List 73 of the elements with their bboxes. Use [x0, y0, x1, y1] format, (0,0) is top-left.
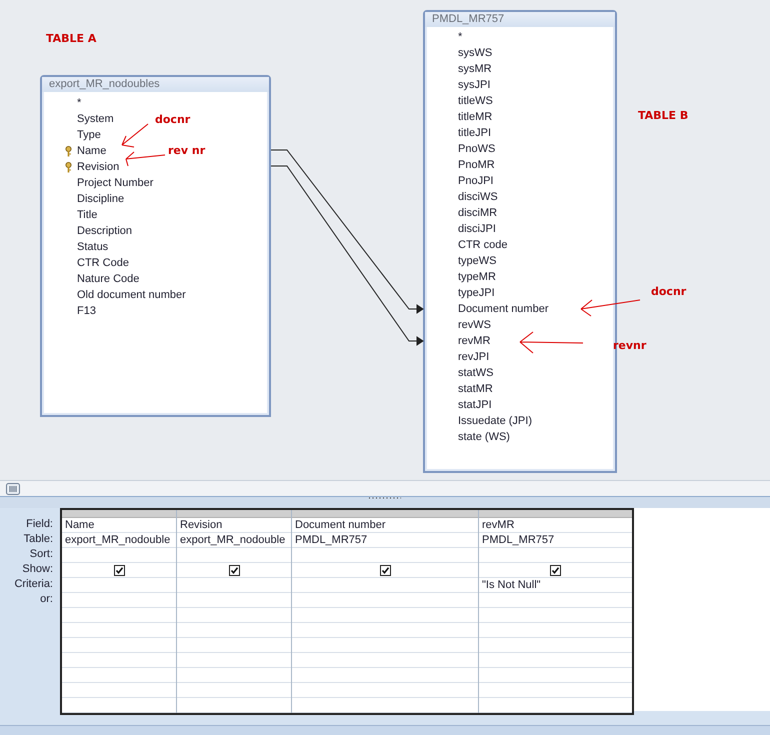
annotation-label: revnr	[613, 339, 646, 352]
field-name[interactable]: typeJPI	[458, 286, 495, 300]
annotation-label: TABLE B	[638, 109, 688, 122]
row-label: Table:	[24, 532, 53, 547]
field-name[interactable]: disciMR	[458, 206, 498, 220]
table-title[interactable]: PMDL_MR757	[425, 12, 615, 27]
field-name[interactable]: Document number	[458, 302, 548, 316]
grid-cell[interactable]: export_MR_nodouble	[62, 533, 176, 548]
field-name[interactable]: statWS	[458, 366, 494, 380]
field-name[interactable]: revWS	[458, 318, 491, 332]
field-name[interactable]: typeMR	[458, 270, 496, 284]
field-name[interactable]: CTR code	[458, 238, 508, 252]
field-name[interactable]: PnoWS	[458, 142, 496, 156]
annotation-label: docnr	[651, 285, 686, 298]
grid-cell[interactable]: Name	[62, 518, 176, 533]
annotation-label: docnr	[155, 113, 190, 126]
field-name[interactable]: Description	[77, 224, 132, 238]
field-name[interactable]: *	[77, 96, 82, 110]
field-name[interactable]: statJPI	[458, 398, 492, 412]
field-name[interactable]: CTR Code	[77, 256, 129, 270]
annotation-label: TABLE A	[46, 32, 96, 45]
field-name[interactable]: Name	[77, 144, 106, 158]
field-name[interactable]: *	[458, 30, 462, 44]
field-name[interactable]: statMR	[458, 382, 493, 396]
field-name[interactable]: disciJPI	[458, 222, 496, 236]
field-name[interactable]: state (WS)	[458, 430, 510, 444]
grid-cell[interactable]: PMDL_MR757	[479, 533, 632, 548]
field-name[interactable]: Old document number	[77, 288, 186, 302]
field-name[interactable]: F13	[77, 304, 96, 318]
table-title[interactable]: export_MR_nodoubles	[42, 77, 269, 92]
grid-cell[interactable]: PMDL_MR757	[292, 533, 478, 548]
field-name[interactable]: typeWS	[458, 254, 497, 268]
field-name[interactable]: PnoMR	[458, 158, 495, 172]
annotation-label: rev nr	[168, 144, 206, 157]
field-name[interactable]: revMR	[458, 334, 490, 348]
splitter-handle-icon[interactable]	[368, 497, 402, 501]
checkbox[interactable]	[228, 564, 240, 576]
grid-toggle-icon[interactable]	[6, 482, 20, 494]
grid-cell[interactable]: Revision	[177, 518, 291, 533]
checkbox[interactable]	[380, 564, 390, 576]
field-name[interactable]: Project Number	[77, 176, 154, 190]
grid-cell[interactable]: "Is Not Null"	[479, 578, 632, 593]
annotation-arrow	[122, 124, 148, 148]
checkbox[interactable]	[550, 564, 561, 576]
field-name[interactable]: titleMR	[458, 110, 492, 124]
grid-cell[interactable]: revMR	[479, 518, 632, 533]
row-label: Show:	[22, 562, 53, 577]
grid-cell[interactable]: export_MR_nodouble	[177, 533, 291, 548]
row-label: Field:	[26, 517, 53, 532]
field-name[interactable]: sysJPI	[458, 78, 490, 92]
field-name[interactable]: System	[77, 112, 114, 126]
field-name[interactable]: disciWS	[458, 190, 498, 204]
field-name[interactable]: Title	[77, 208, 98, 222]
field-name[interactable]: Status	[77, 240, 108, 254]
row-label: Criteria:	[14, 577, 53, 592]
row-label: Sort:	[30, 547, 53, 562]
field-name[interactable]: titleWS	[458, 94, 493, 108]
field-name[interactable]: Issuedate (JPI)	[458, 414, 532, 428]
field-name[interactable]: Type	[77, 128, 101, 142]
annotation-arrow	[580, 300, 640, 316]
field-name[interactable]: titleJPI	[458, 126, 492, 140]
checkbox[interactable]	[114, 564, 124, 576]
field-name[interactable]: Discipline	[77, 192, 124, 206]
field-name[interactable]: revJPI	[458, 350, 490, 364]
field-name[interactable]: sysMR	[458, 62, 492, 76]
field-name[interactable]: Revision	[77, 160, 120, 174]
field-name[interactable]: sysWS	[458, 46, 492, 60]
grid-cell[interactable]: Document number	[292, 518, 478, 533]
annotation-arrow	[520, 332, 584, 354]
annotation-arrow	[126, 152, 166, 166]
field-name[interactable]: Nature Code	[77, 272, 140, 286]
field-name[interactable]: PnoJPI	[458, 174, 494, 188]
row-label: or:	[40, 592, 53, 607]
